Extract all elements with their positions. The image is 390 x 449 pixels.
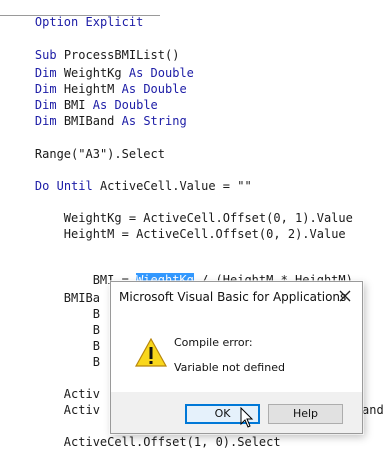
- error-message: Variable not defined: [174, 361, 285, 374]
- keyword: As: [121, 82, 137, 96]
- code-line-dim-height: Dim HeightM As Double: [6, 82, 187, 96]
- procedure-separator: [0, 15, 160, 16]
- help-button[interactable]: Help: [268, 404, 343, 424]
- code-text: ActiveCell.Offset(1, 0).Select: [63, 435, 281, 449]
- code-text: B: [92, 339, 100, 353]
- code-text: B: [92, 307, 100, 321]
- code-text: BMIBa: [63, 291, 100, 305]
- keyword: Dim: [34, 98, 57, 112]
- code-text: Activ: [63, 387, 100, 401]
- code-text: WeightKg = ActiveCell.Offset(0, 1).Value: [63, 211, 353, 225]
- keyword: Double: [143, 82, 187, 96]
- code-text: HeightM = ActiveCell.Offset(0, 2).Value: [63, 227, 346, 241]
- code-text: B: [92, 323, 100, 337]
- code-line-dim-band: Dim BMIBand As String: [6, 114, 187, 128]
- code-text: Sub ProcessBMIList(): [34, 48, 180, 62]
- dialog-titlebar[interactable]: Microsoft Visual Basic for Applications: [111, 282, 362, 312]
- code-text: Do Until ActiveCell.Value = "": [34, 179, 252, 193]
- code-line-range: Range("A3").Select: [6, 147, 165, 161]
- code-line-b2: B: [6, 323, 100, 337]
- code-line-dim-weight: Dim WeightKg As Double: [6, 66, 194, 80]
- keyword: Dim: [34, 114, 57, 128]
- code-text: Dim BMI As Double: [34, 98, 158, 112]
- error-title: Compile error:: [174, 336, 253, 349]
- code-line-b1: B: [6, 307, 100, 321]
- keyword: Option: [34, 15, 79, 29]
- code-line-do-until: Do Until ActiveCell.Value = "": [6, 179, 252, 193]
- keyword: As: [92, 98, 108, 112]
- code-line-heightm: HeightM = ActiveCell.Offset(0, 2).Value: [6, 227, 346, 241]
- code-line-activ-1: Activ: [6, 387, 100, 401]
- code-line-activ-2-tail: and: [362, 403, 384, 417]
- code-line-b4: B: [6, 355, 100, 369]
- keyword: Dim: [34, 82, 57, 96]
- code-text: Dim BMIBand As String: [34, 114, 187, 128]
- keyword: String: [143, 114, 187, 128]
- mouse-pointer-icon: [240, 407, 254, 428]
- warning-icon: [135, 338, 167, 367]
- code-text: Range("A3").Select: [34, 147, 165, 161]
- keyword: Sub: [34, 48, 57, 62]
- code-line-dim-bmi: Dim BMI As Double: [6, 98, 158, 112]
- code-line-activ-2: Activ: [6, 403, 100, 417]
- compile-error-dialog: Microsoft Visual Basic for Applications …: [110, 281, 363, 434]
- code-line-select: ActiveCell.Offset(1, 0).Select: [6, 435, 281, 449]
- keyword: As: [128, 66, 144, 80]
- code-text: Activ: [63, 403, 100, 417]
- keyword: Do: [34, 179, 50, 193]
- keyword: Explicit: [85, 15, 144, 29]
- keyword: Until: [56, 179, 93, 193]
- code-text: Dim HeightM As Double: [34, 82, 187, 96]
- keyword: Double: [114, 98, 158, 112]
- code-line-bmiband: BMIBa: [6, 291, 100, 305]
- keyword: Double: [150, 66, 194, 80]
- code-text: B: [92, 355, 100, 369]
- code-line-weightkg: WeightKg = ActiveCell.Offset(0, 1).Value: [6, 211, 353, 225]
- code-text: Option Explicit: [35, 15, 143, 29]
- close-icon[interactable]: [337, 288, 353, 304]
- code-text: Dim WeightKg As Double: [34, 66, 194, 80]
- code-text: and: [362, 403, 384, 417]
- dialog-title: Microsoft Visual Basic for Applications: [119, 290, 347, 304]
- keyword: As: [121, 114, 137, 128]
- code-line-b3: B: [6, 339, 100, 353]
- keyword: Dim: [34, 66, 57, 80]
